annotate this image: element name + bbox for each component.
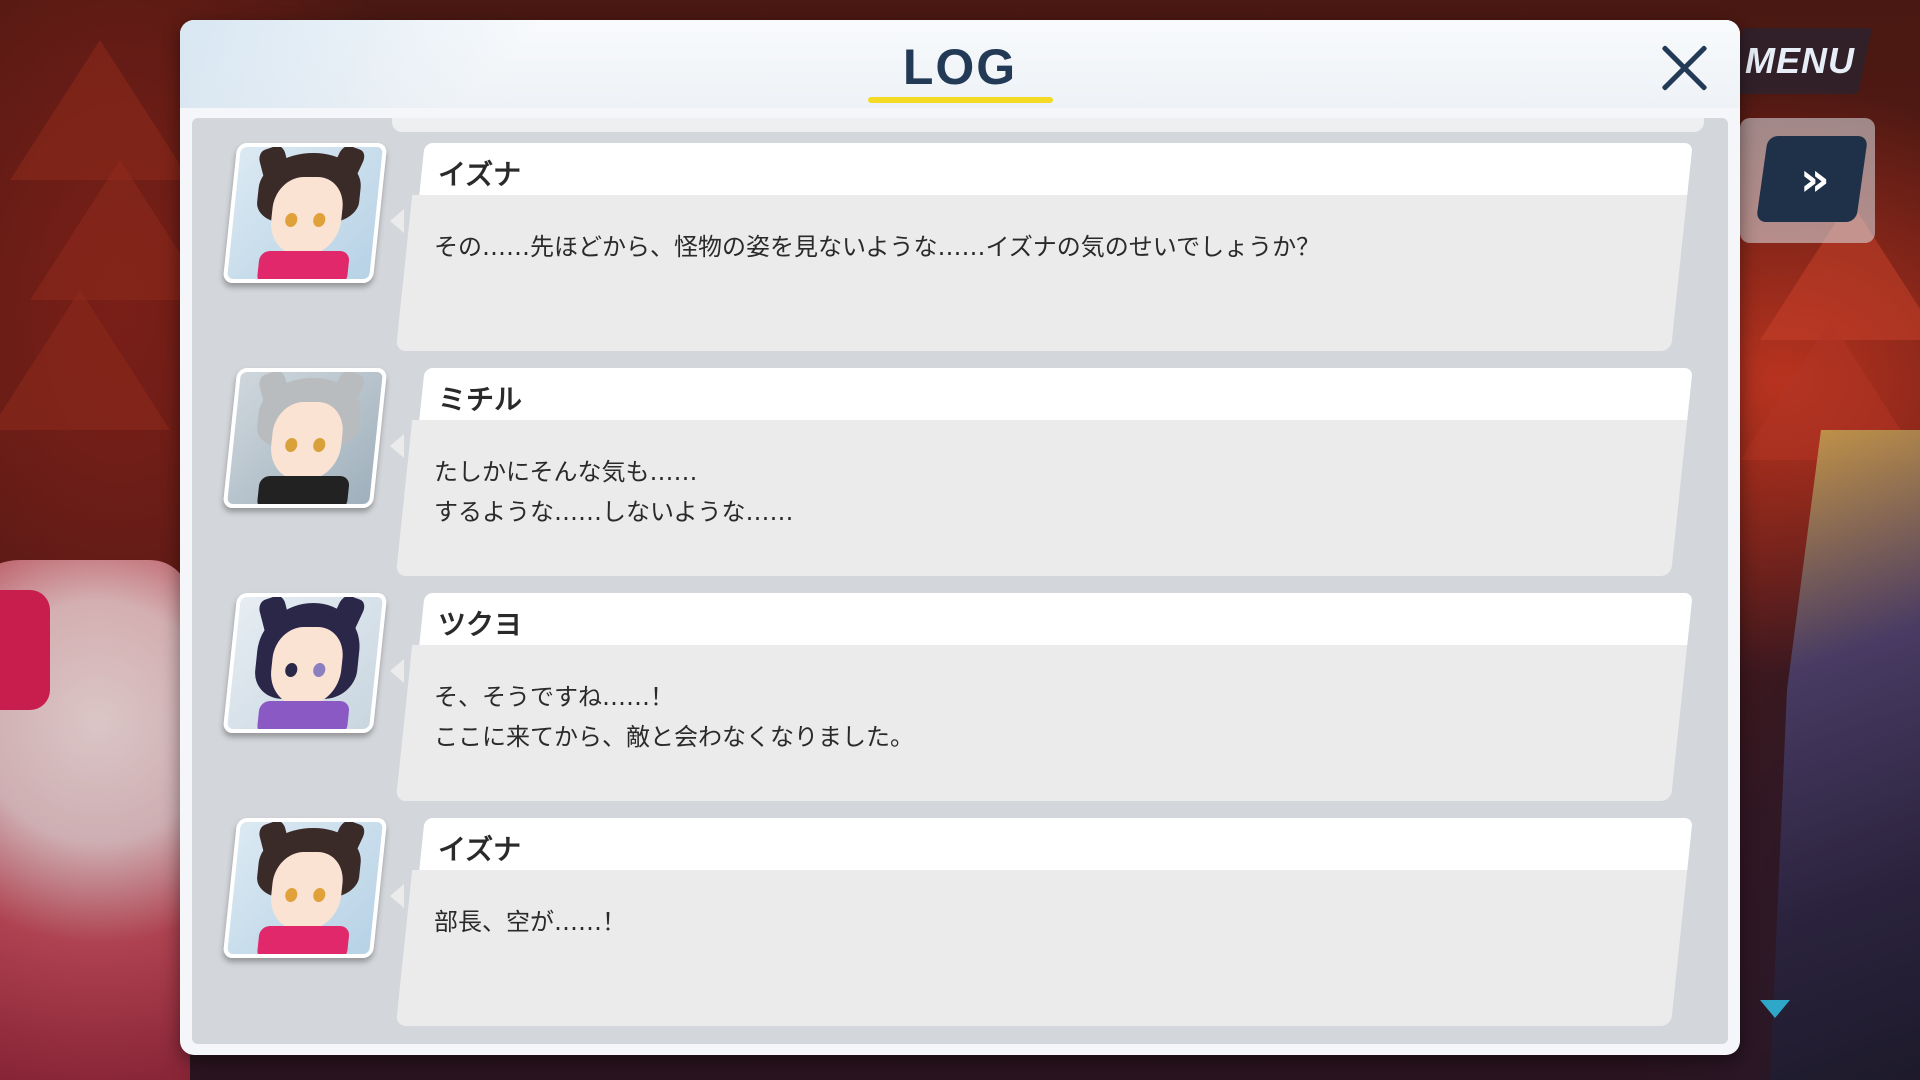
speech-bubble: イズナ 部長、空が……！ — [392, 818, 1704, 1028]
background-tree — [10, 40, 190, 180]
speaker-name: イズナ — [438, 158, 522, 191]
dialogue-line: ここに来てから、敵と会わなくなりました。 — [434, 723, 914, 751]
avatar-scarf — [256, 926, 351, 958]
close-icon[interactable] — [1656, 40, 1712, 96]
background-character-ribbon — [0, 590, 50, 710]
log-entry: ミチル たしかにそんな気も…… するような……しないような…… — [192, 368, 1728, 583]
dialogue-box — [395, 195, 1688, 351]
dialogue-box — [395, 870, 1688, 1026]
michiru-portrait — [222, 368, 388, 508]
speech-bubble: イズナ その……先ほどから、怪物の姿を見ないような……イズナの気のせいでしょうか… — [392, 143, 1704, 353]
log-entry: イズナ 部長、空が……！ — [192, 818, 1728, 1033]
log-header: LOG — [180, 20, 1740, 108]
speaker-name: イズナ — [438, 833, 522, 866]
avatar-face — [267, 852, 346, 930]
dialogue-line: その……先ほどから、怪物の姿を見ないような……イズナの気のせいでしょうか？ — [434, 233, 1321, 261]
avatar-scarf — [256, 251, 351, 283]
speaker-name-bar — [419, 143, 1693, 195]
avatar-face — [267, 402, 346, 480]
background-tree — [0, 290, 170, 430]
log-entry: イズナ その……先ほどから、怪物の姿を見ないような……イズナの気のせいでしょうか… — [192, 143, 1728, 358]
previous-entry-edge — [392, 118, 1704, 132]
scroll-down-indicator-icon[interactable] — [1760, 1000, 1790, 1018]
tsukuyo-portrait — [222, 593, 388, 733]
log-entry: ツクヨ そ、そうですね……！ ここに来てから、敵と会わなくなりました。 — [192, 593, 1728, 808]
izuna-portrait — [222, 818, 388, 958]
speaker-name: ツクヨ — [438, 608, 523, 641]
speaker-name-bar — [419, 593, 1693, 645]
background-character-right — [1770, 430, 1920, 1080]
speech-bubble: ミチル たしかにそんな気も…… するような……しないような…… — [392, 368, 1704, 578]
dialogue-line: するような……しないような…… — [434, 498, 794, 526]
log-window: LOG イズナ その……先ほどから、怪物の姿を見ないような……イズナの気のせいで… — [180, 20, 1740, 1055]
izuna-portrait — [222, 143, 388, 283]
avatar-scarf — [256, 701, 351, 733]
dialogue-line: そ、そうですね……！ — [434, 683, 674, 711]
menu-button[interactable]: MENU — [1727, 28, 1873, 94]
log-title-underline — [868, 97, 1053, 103]
speaker-name: ミチル — [438, 383, 523, 416]
log-title: LOG — [902, 39, 1018, 95]
speech-bubble: ツクヨ そ、そうですね……！ ここに来てから、敵と会わなくなりました。 — [392, 593, 1704, 803]
speaker-name-bar — [419, 818, 1693, 870]
fast-forward-icon: » — [1800, 152, 1824, 206]
log-scroll-area[interactable]: イズナ その……先ほどから、怪物の姿を見ないような……イズナの気のせいでしょうか… — [192, 118, 1728, 1044]
avatar-face — [267, 177, 346, 255]
fast-forward-button[interactable]: » — [1755, 136, 1869, 222]
dialogue-line: たしかにそんな気も…… — [434, 458, 698, 486]
menu-button-label: MENU — [1745, 40, 1855, 81]
dialogue-line: 部長、空が……！ — [434, 908, 626, 936]
avatar-scarf — [256, 476, 351, 508]
speaker-name-bar — [419, 368, 1693, 420]
